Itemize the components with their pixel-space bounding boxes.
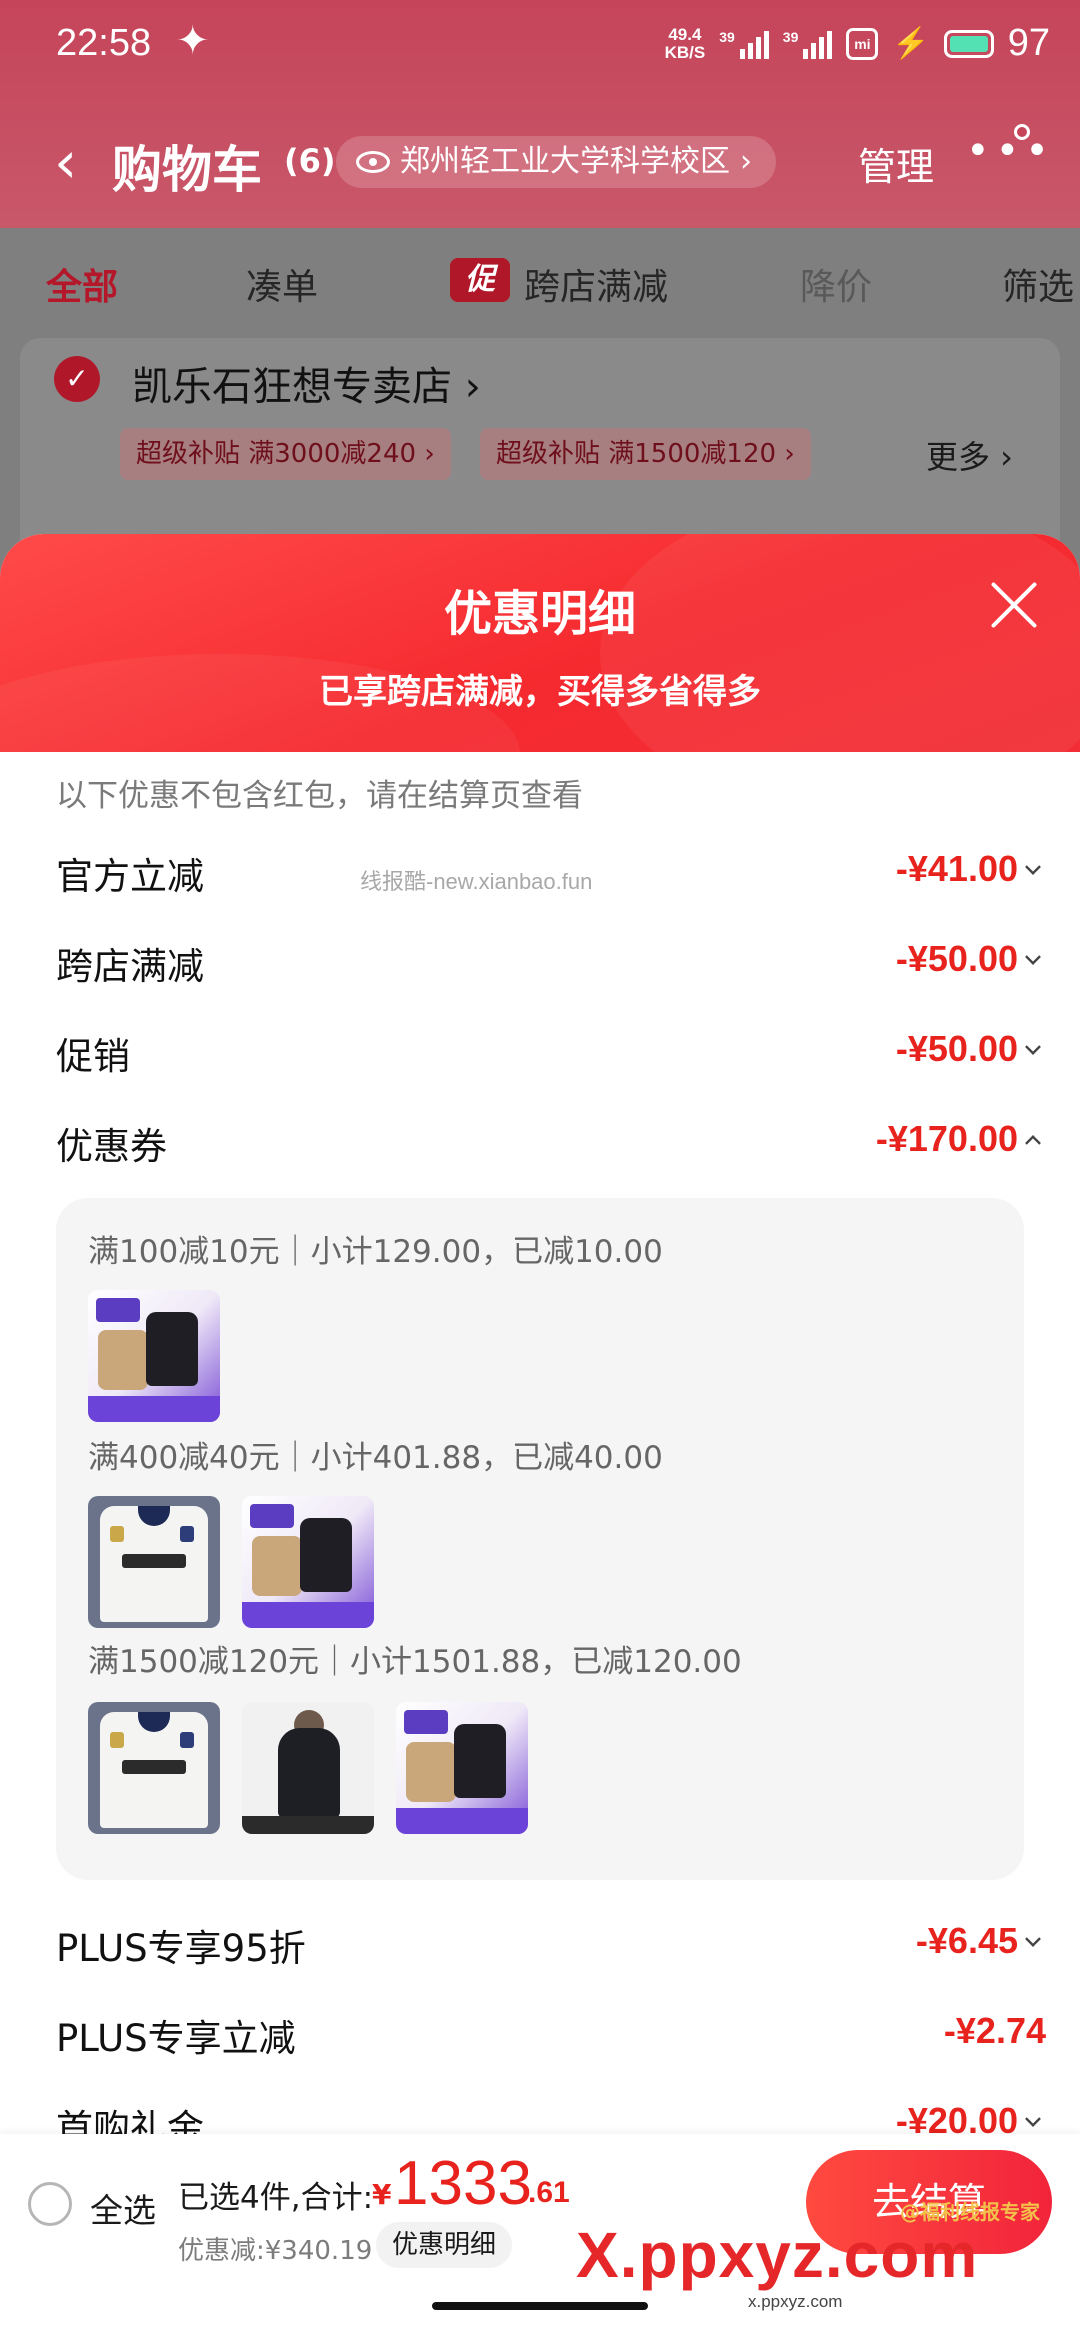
net-speed-value: 49.4 xyxy=(668,24,702,44)
discount-detail-sheet: 优惠明细 已享跨店满减，买得多省得多 以下优惠不包含红包，请在结算页查看 线报酷… xyxy=(0,534,1080,2340)
sim2-label: 39 xyxy=(782,28,799,45)
tab-cross-store[interactable]: 跨店满减 xyxy=(524,258,668,310)
address-selector[interactable]: 郑州轻工业大学科学校区 › xyxy=(336,136,776,188)
more-menu-icon[interactable]: ••• xyxy=(966,128,1055,174)
discount-row-official[interactable]: 官方立减 -¥41.00 xyxy=(0,832,1080,912)
sheet-note: 以下优惠不包含红包，请在结算页查看 xyxy=(56,778,583,814)
row-label: 跨店满减 xyxy=(56,945,204,988)
store-promo-chip-2[interactable]: 超级补贴 满1500减120 › xyxy=(480,428,811,480)
sheet-header: 优惠明细 已享跨店满减，买得多省得多 xyxy=(0,534,1080,854)
nav-bar: ‹ 购物车 (6) 郑州轻工业大学科学校区 › 管理 ••• xyxy=(0,110,1080,210)
signal-icon: 39 xyxy=(719,29,769,59)
select-all-radio[interactable] xyxy=(28,2182,72,2226)
product-thumb-jacket[interactable] xyxy=(242,1702,374,1834)
cart-count: (6) xyxy=(284,142,336,180)
coupon-tier-3: 满1500减120元｜小计1501.88，已减120.00 xyxy=(88,1644,742,1680)
network-speed: 49.4 KB/S xyxy=(664,24,706,62)
product-thumb-jersey[interactable] xyxy=(88,1496,220,1628)
total-integer: 1333 xyxy=(394,2149,532,2218)
coupon-breakdown: 满100减10元｜小计129.00，已减10.00 满400减40元｜小计401… xyxy=(56,1198,1024,1880)
savings-text: 优惠减:¥340.19 xyxy=(178,2236,373,2266)
row-label: 促销 xyxy=(56,1035,130,1078)
discount-row-coupon[interactable]: 优惠券 -¥170.00 xyxy=(0,1102,1080,1182)
signal-icon-2: 39 xyxy=(783,29,833,59)
battery-icon xyxy=(943,29,994,58)
coupon-tier-3-items xyxy=(88,1702,528,1834)
currency-symbol: ¥ xyxy=(372,2178,392,2211)
store-more-link[interactable]: 更多 › xyxy=(926,432,1013,478)
sparkle-icon: ✦ xyxy=(176,18,210,64)
chevron-down-icon xyxy=(1025,859,1041,875)
row-label: 官方立减 xyxy=(56,855,204,898)
discount-row-cross-store[interactable]: 跨店满减 -¥50.00 xyxy=(0,922,1080,1002)
close-icon[interactable] xyxy=(986,578,1042,634)
chevron-right-icon: › xyxy=(740,144,752,179)
sheet-subtitle: 已享跨店满减，买得多省得多 xyxy=(319,672,761,712)
sim1-label: 39 xyxy=(719,28,735,45)
product-thumb-backpack[interactable] xyxy=(242,1496,374,1628)
clock: 22:58 xyxy=(56,22,152,64)
watermark-url: x.ppxyz.com xyxy=(748,2292,843,2311)
home-indicator[interactable] xyxy=(432,2302,648,2310)
status-bar: 22:58 ✦ 49.4 KB/S 39 39 mi ⚡ 97 xyxy=(0,0,1080,96)
store-name[interactable]: 凯乐石狂想专卖店 › xyxy=(132,354,481,412)
row-amount: -¥170.00 xyxy=(875,1118,1018,1159)
chevron-right-icon: › xyxy=(464,364,481,410)
row-amount: -¥6.45 xyxy=(915,1920,1018,1961)
tab-all[interactable]: 全部 xyxy=(46,258,118,310)
coupon-tier-1-items xyxy=(88,1290,220,1422)
net-speed-unit: KB/S xyxy=(664,42,706,62)
watermark-logo: X.ppxyz.com xyxy=(576,2219,979,2291)
discount-detail-button[interactable]: 优惠明细 xyxy=(376,2222,513,2268)
store-checkbox-icon[interactable]: ✓ xyxy=(54,356,100,402)
tab-coudan[interactable]: 凑单 xyxy=(246,258,318,310)
tab-filter[interactable]: 筛选 xyxy=(1002,258,1074,310)
promo-badge: 促 xyxy=(450,258,510,302)
select-all-label[interactable]: 全选 xyxy=(90,2184,156,2232)
coupon-tier-1: 满100减10元｜小计129.00，已减10.00 xyxy=(88,1234,663,1270)
chevron-down-icon xyxy=(1025,1931,1041,1947)
chevron-down-icon xyxy=(1025,949,1041,965)
tab-price-drop[interactable]: 降价 xyxy=(800,258,872,310)
coupon-tier-2-items xyxy=(88,1496,374,1628)
discount-row-plus-instant: PLUS专享立减 -¥2.74 xyxy=(0,1994,1080,2074)
store-promo-chip-1[interactable]: 超级补贴 满3000减240 › xyxy=(120,428,451,480)
chevron-down-icon xyxy=(1025,1039,1041,1055)
battery-level: 97 xyxy=(1007,22,1050,64)
row-amount: -¥2.74 xyxy=(943,2010,1046,2051)
notification-dot xyxy=(1014,124,1030,140)
row-label: 优惠券 xyxy=(56,1125,167,1168)
product-thumb-backpack[interactable] xyxy=(396,1702,528,1834)
row-amount: -¥41.00 xyxy=(895,848,1018,889)
address-text: 郑州轻工业大学科学校区 xyxy=(400,144,730,179)
row-label: PLUS专享立减 xyxy=(56,2017,296,2060)
row-amount: -¥50.00 xyxy=(895,938,1018,979)
chevron-down-icon xyxy=(1025,2111,1041,2127)
product-thumb-jersey[interactable] xyxy=(88,1702,220,1834)
total-decimal: .61 xyxy=(528,2176,570,2209)
discount-row-promotion[interactable]: 促销 -¥50.00 xyxy=(0,1012,1080,1092)
row-amount: -¥50.00 xyxy=(895,1028,1018,1069)
page-title: 购物车 xyxy=(112,141,262,199)
discount-row-plus-95[interactable]: PLUS专享95折 -¥6.45 xyxy=(0,1904,1080,1984)
chevron-up-icon xyxy=(1025,1135,1041,1151)
back-icon[interactable]: ‹ xyxy=(54,128,77,196)
filter-tabs: 全部 凑单 促 跨店满减 降价 筛选 xyxy=(0,254,1080,314)
row-label: PLUS专享95折 xyxy=(56,1927,306,1970)
manage-button[interactable]: 管理 xyxy=(858,136,934,191)
selected-summary: 已选4件,合计: xyxy=(178,2180,374,2216)
eye-icon xyxy=(356,151,390,173)
mi-icon: mi xyxy=(846,27,879,60)
coupon-tier-2: 满400减40元｜小计401.88，已减40.00 xyxy=(88,1440,663,1476)
sheet-title: 优惠明细 xyxy=(443,586,636,642)
product-thumb-backpack[interactable] xyxy=(88,1290,220,1422)
charging-icon: ⚡ xyxy=(892,27,930,60)
